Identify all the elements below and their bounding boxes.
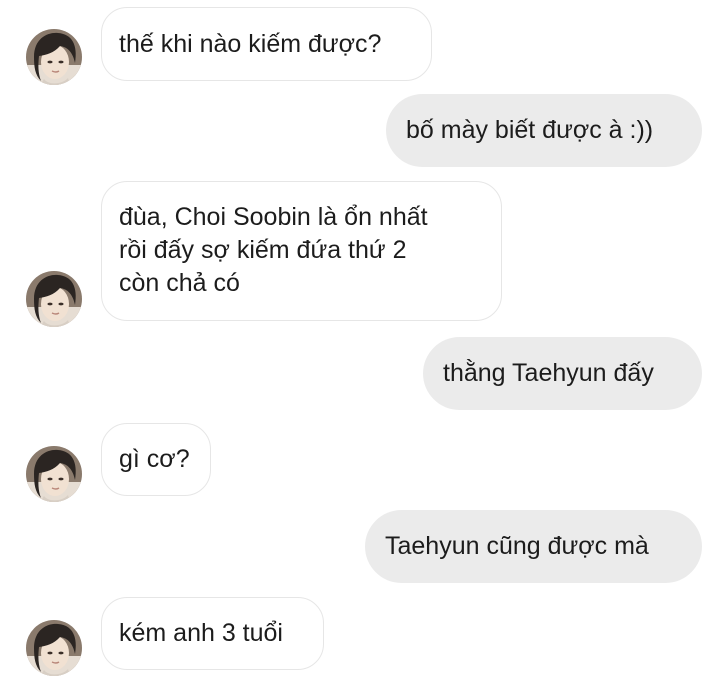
contact-avatar-photo-icon	[26, 29, 82, 85]
received-message-bubble[interactable]: gì cơ?	[101, 423, 211, 496]
contact-avatar[interactable]	[26, 446, 82, 502]
contact-avatar[interactable]	[26, 271, 82, 327]
contact-avatar-photo-icon	[26, 620, 82, 676]
contact-avatar[interactable]	[26, 29, 82, 85]
message-line: đùa, Choi Soobin là ổn nhất	[119, 203, 428, 231]
message-text: thằng Taehyun đấy	[443, 359, 654, 387]
message-text: đùa, Choi Soobin là ổn nhất rồi đấy sợ k…	[119, 201, 428, 300]
received-message-bubble[interactable]: thế khi nào kiếm được?	[101, 7, 432, 81]
sent-message-bubble[interactable]: thằng Taehyun đấy	[423, 337, 702, 410]
contact-avatar[interactable]	[26, 620, 82, 676]
sent-message-bubble[interactable]: bố mày biết được à :))	[386, 94, 702, 167]
contact-avatar-photo-icon	[26, 446, 82, 502]
message-line: rồi đấy sợ kiếm đứa thứ 2	[119, 236, 407, 264]
message-text: Taehyun cũng được mà	[385, 532, 649, 560]
sent-message-bubble[interactable]: Taehyun cũng được mà	[365, 510, 702, 583]
message-text: bố mày biết được à :))	[406, 116, 654, 144]
received-message-bubble[interactable]: đùa, Choi Soobin là ổn nhất rồi đấy sợ k…	[101, 181, 502, 321]
received-message-bubble[interactable]: kém anh 3 tuổi	[101, 597, 324, 670]
message-text: thế khi nào kiếm được?	[119, 29, 382, 58]
message-line: còn chả có	[119, 269, 240, 297]
message-text: kém anh 3 tuổi	[119, 619, 283, 647]
contact-avatar-photo-icon	[26, 271, 82, 327]
message-text: gì cơ?	[119, 445, 190, 473]
